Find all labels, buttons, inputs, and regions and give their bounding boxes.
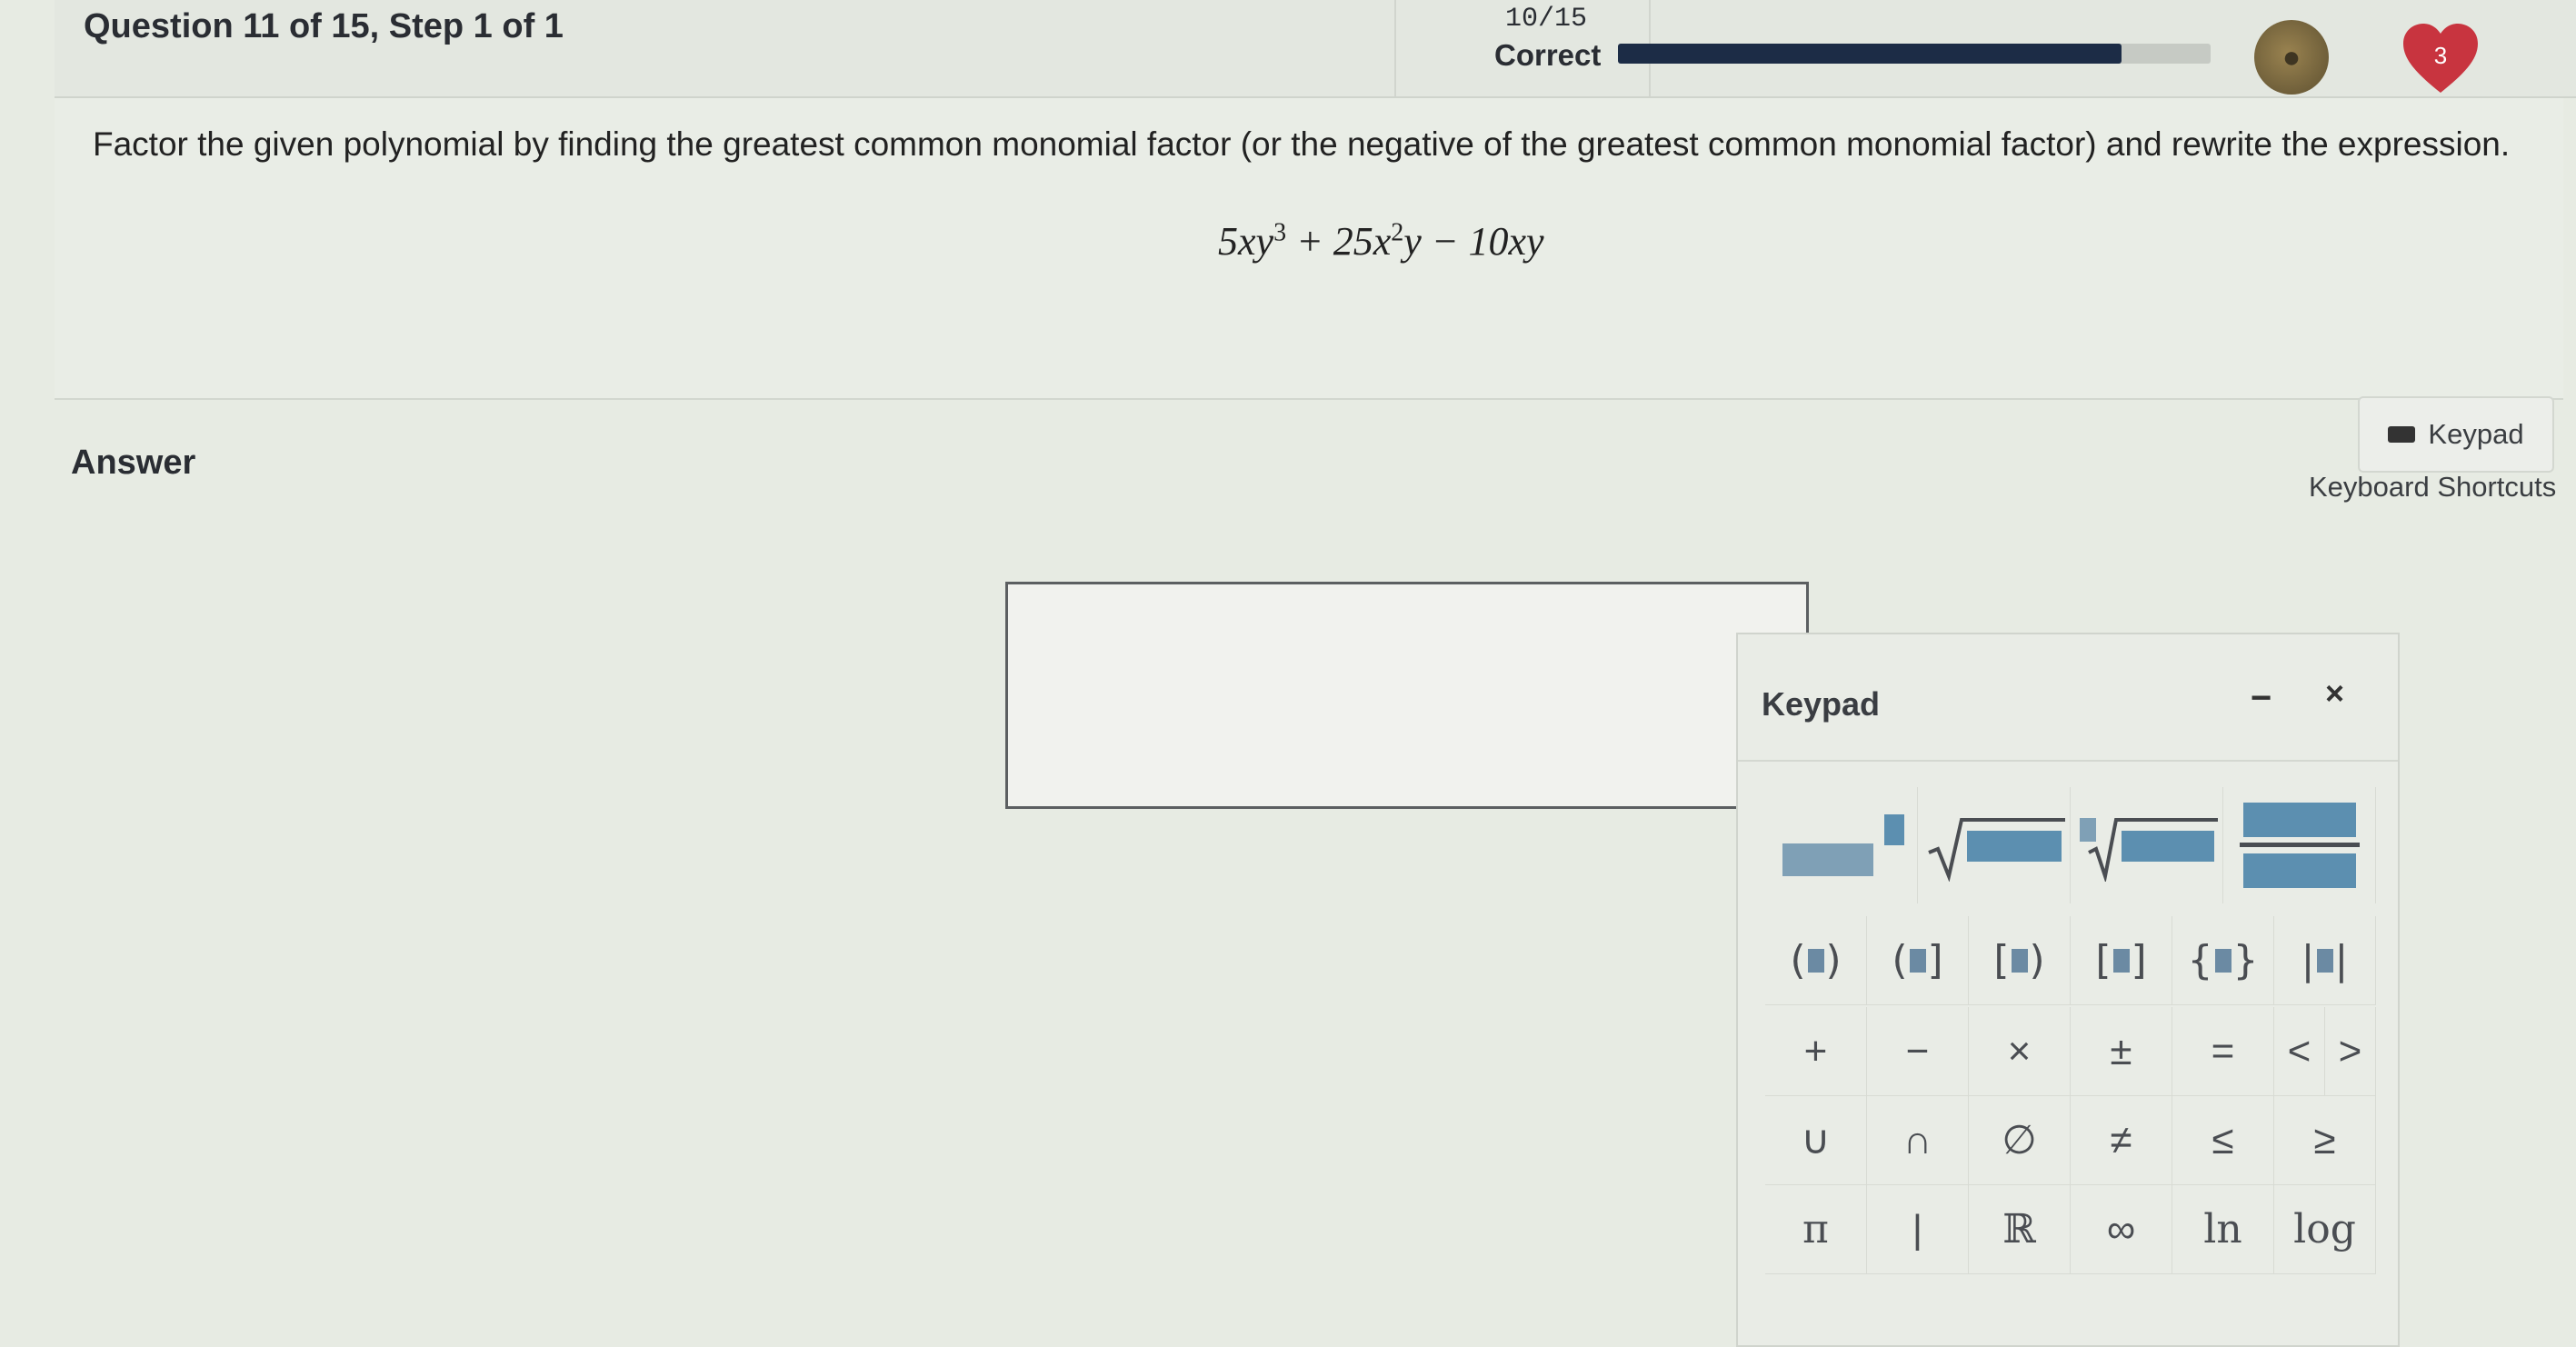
answer-input[interactable]: [1005, 582, 1809, 809]
hearts-count: 3: [2433, 41, 2448, 69]
minimize-button[interactable]: −: [2251, 678, 2271, 719]
infinity-key[interactable]: ∞: [2071, 1185, 2172, 1274]
empty-set-key[interactable]: ∅: [1969, 1096, 2071, 1185]
log-key[interactable]: log: [2274, 1185, 2376, 1274]
question-prompt: Factor the given polynomial by finding t…: [93, 125, 2511, 163]
less-than-key[interactable]: <: [2274, 1007, 2325, 1096]
plus-minus-key[interactable]: ±: [2071, 1007, 2172, 1096]
equals-key[interactable]: =: [2172, 1007, 2274, 1096]
heart-icon[interactable]: 3: [2400, 20, 2481, 96]
greater-than-key[interactable]: >: [2325, 1007, 2376, 1096]
polynomial-expression: 5xy3 + 25x2y − 10xy: [1218, 218, 1544, 264]
half-open-left-key[interactable]: (]: [1867, 916, 1969, 1005]
greater-equal-key[interactable]: ≥: [2274, 1096, 2376, 1185]
exponent-key[interactable]: [1765, 787, 1918, 903]
half-open-right-key[interactable]: [): [1969, 916, 2071, 1005]
expr-exp-1: 3: [1273, 218, 1287, 247]
expr-exp-2: 2: [1391, 218, 1404, 247]
answer-status: Correct: [1494, 38, 1602, 72]
expr-term-2: + 25x: [1286, 219, 1392, 264]
fraction-key[interactable]: [2223, 787, 2376, 903]
intersection-key[interactable]: ∩: [1867, 1096, 1969, 1185]
times-key[interactable]: ×: [1969, 1007, 2071, 1096]
keypad-toggle-label: Keypad: [2428, 418, 2524, 450]
open-interval-key[interactable]: (): [1765, 916, 1867, 1005]
score-count: 10/15: [1505, 4, 1588, 35]
reals-key[interactable]: ℝ: [1969, 1185, 2071, 1274]
progress-bar: [1618, 44, 2211, 64]
coin-icon[interactable]: ●: [2254, 20, 2329, 95]
expr-term-3: y − 10xy: [1403, 219, 1544, 264]
less-equal-key[interactable]: ≤: [2172, 1096, 2274, 1185]
progress-fill: [1618, 44, 2122, 64]
fraction-icon: [2239, 803, 2360, 888]
set-braces-key[interactable]: {}: [2172, 916, 2274, 1005]
plus-key[interactable]: +: [1765, 1007, 1867, 1096]
not-equal-key[interactable]: ≠: [2071, 1096, 2172, 1185]
minus-key[interactable]: −: [1867, 1007, 1969, 1096]
question-step-title: Question 11 of 15, Step 1 of 1: [84, 7, 564, 45]
score-panel: 10/15 Correct: [1394, 0, 1651, 96]
operator-row: + − × ± = < >: [1765, 1007, 2376, 1096]
question-area: Factor the given polynomial by finding t…: [55, 98, 2563, 400]
set-row: ∪ ∩ ∅ ≠ ≤ ≥: [1765, 1096, 2376, 1185]
square-root-icon: [1927, 818, 2065, 882]
ln-key[interactable]: ln: [2172, 1185, 2274, 1274]
square-root-key[interactable]: [1918, 787, 2071, 903]
pi-key[interactable]: π: [1765, 1185, 1867, 1274]
union-key[interactable]: ∪: [1765, 1096, 1867, 1185]
answer-label: Answer: [71, 444, 196, 482]
keypad-header: Keypad − ×: [1738, 634, 2398, 762]
keypad-title: Keypad: [1762, 685, 1881, 723]
keyboard-shortcuts-link[interactable]: Keyboard Shortcuts: [2309, 471, 2556, 504]
exponent-template-icon: [1782, 814, 1904, 876]
keypad-toggle-button[interactable]: Keypad: [2358, 396, 2554, 473]
bracket-row: () (] [) [] {} | |: [1765, 916, 2376, 1005]
misc-row: π | ℝ ∞ ln log: [1765, 1185, 2376, 1274]
keypad-panel: Keypad − × () (] [) [] {} | | + − ×…: [1736, 633, 2400, 1347]
bar-key[interactable]: |: [1867, 1185, 1969, 1274]
nth-root-icon: [2079, 818, 2218, 882]
close-button[interactable]: ×: [2325, 674, 2344, 713]
template-row: [1765, 787, 2376, 903]
nth-root-key[interactable]: [2071, 787, 2223, 903]
absolute-value-key[interactable]: | |: [2274, 916, 2376, 1005]
expr-term-1: 5xy: [1218, 219, 1274, 264]
closed-interval-key[interactable]: []: [2071, 916, 2172, 1005]
keyboard-icon: [2388, 426, 2416, 443]
